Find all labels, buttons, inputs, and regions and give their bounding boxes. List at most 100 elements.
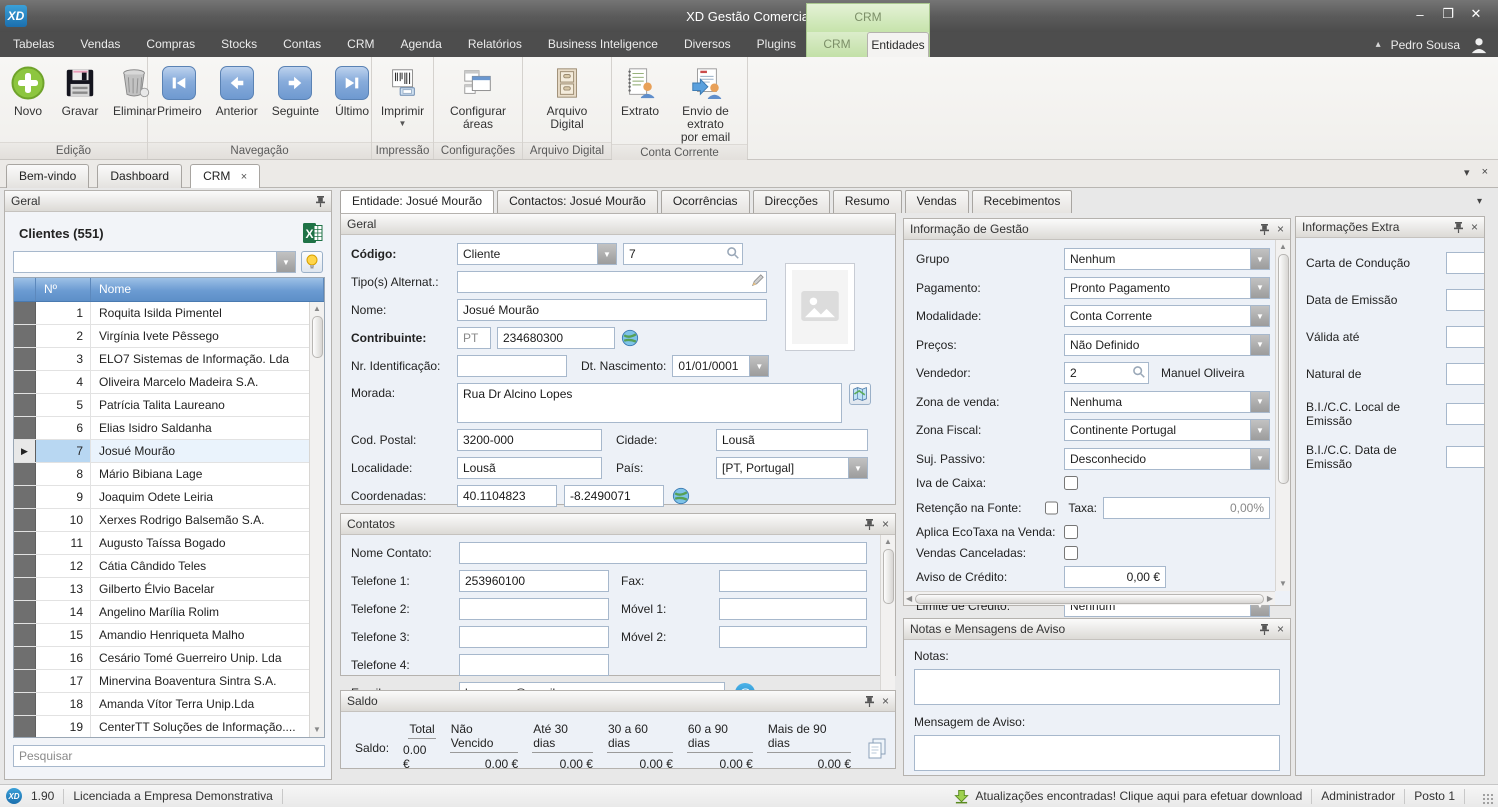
tab-crm[interactable]: CRM × — [190, 164, 260, 189]
extra-field-input[interactable] — [1446, 326, 1485, 348]
client-row[interactable]: ▶ 12 Cátia Cândido Teles — [14, 555, 309, 578]
nr-identificacao-input[interactable] — [457, 355, 567, 377]
client-row[interactable]: ▶ 5 Patrícia Talita Laureano — [14, 394, 309, 417]
close-button[interactable]: ✕ — [1462, 0, 1490, 28]
pin-icon[interactable] — [865, 696, 874, 707]
scroll-thumb[interactable] — [1278, 254, 1289, 484]
telefone4-input[interactable] — [459, 654, 609, 676]
tab-entidade[interactable]: Entidade: Josué Mourão — [340, 190, 494, 213]
zona-venda-dropdown[interactable]: Nenhuma▼ — [1064, 391, 1270, 413]
tab-direccoes[interactable]: Direcções — [753, 190, 830, 213]
novo-button[interactable]: Novo — [3, 61, 53, 118]
seguinte-button[interactable]: Seguinte — [266, 61, 325, 118]
search-input[interactable] — [13, 745, 325, 767]
column-header-numero[interactable]: Nº — [36, 278, 91, 301]
scroll-up-icon[interactable]: ▲ — [884, 535, 892, 549]
scroll-thumb[interactable] — [883, 549, 894, 604]
iva-caixa-checkbox[interactable] — [1064, 476, 1078, 490]
management-hscrollbar[interactable]: ◀▶ — [904, 591, 1275, 605]
latitude-input[interactable] — [457, 485, 557, 507]
menu-item[interactable]: Plugins — [744, 32, 809, 57]
entity-photo-placeholder[interactable] — [785, 263, 855, 351]
telefone3-input[interactable] — [459, 626, 609, 648]
logged-user[interactable]: Pedro Sousa — [1391, 38, 1460, 52]
extra-field-input[interactable] — [1446, 363, 1485, 385]
extra-field-input[interactable] — [1446, 289, 1485, 311]
coordinates-globe-icon[interactable] — [672, 487, 690, 505]
scroll-down-icon[interactable]: ▼ — [313, 723, 321, 737]
client-row[interactable]: ▶ 18 Amanda Vítor Terra Unip.Lda — [14, 693, 309, 716]
tab-list-dropdown-icon[interactable]: ▾ — [1464, 166, 1470, 179]
anterior-button[interactable]: Anterior — [210, 61, 264, 118]
contribuinte-input[interactable] — [497, 327, 615, 349]
search-icon[interactable] — [1132, 365, 1146, 379]
management-scrollbar[interactable]: ▲ ▼ — [1275, 240, 1290, 591]
imprimir-button[interactable]: Imprimir ▼ — [375, 61, 430, 128]
cod-postal-input[interactable] — [457, 429, 602, 451]
scroll-right-icon[interactable]: ▶ — [1267, 594, 1273, 603]
user-icon[interactable] — [1470, 36, 1488, 54]
chevron-down-icon[interactable]: ▼ — [1250, 420, 1269, 440]
nome-input[interactable] — [457, 299, 767, 321]
chevron-down-icon[interactable]: ▼ — [1250, 335, 1269, 355]
pin-icon[interactable] — [316, 196, 325, 207]
extra-field-input[interactable] — [1446, 403, 1485, 425]
scroll-up-icon[interactable]: ▲ — [313, 302, 321, 316]
close-panel-icon[interactable]: × — [1471, 221, 1478, 233]
ultimo-button[interactable]: Último — [327, 61, 377, 118]
retencao-fonte-checkbox[interactable] — [1045, 501, 1058, 515]
scroll-left-icon[interactable]: ◀ — [906, 594, 912, 603]
minimize-button[interactable]: – — [1406, 0, 1434, 28]
tipos-alternat-input[interactable] — [457, 271, 767, 293]
maximize-button[interactable]: ❐ — [1434, 0, 1462, 28]
tab-bem-vindo[interactable]: Bem-vindo — [6, 164, 89, 188]
cidade-input[interactable] — [716, 429, 868, 451]
client-row[interactable]: ▶ 16 Cesário Tomé Guerreiro Unip. Lda — [14, 647, 309, 670]
tab-contactos[interactable]: Contactos: Josué Mourão — [497, 190, 658, 213]
grupo-dropdown[interactable]: Nenhum▼ — [1064, 248, 1270, 270]
tab-close-icon[interactable]: × — [241, 171, 247, 183]
pagamento-dropdown[interactable]: Pronto Pagamento▼ — [1064, 277, 1270, 299]
taxa-input[interactable] — [1103, 497, 1270, 519]
menu-item[interactable]: Vendas — [67, 32, 133, 57]
pin-icon[interactable] — [865, 519, 874, 530]
localidade-input[interactable] — [457, 457, 602, 479]
client-row[interactable]: ▶ 17 Minervina Boaventura Sintra S.A. — [14, 670, 309, 693]
tab-ocorrencias[interactable]: Ocorrências — [661, 190, 750, 213]
nome-contato-input[interactable] — [459, 542, 867, 564]
chevron-down-icon[interactable]: ▼ — [597, 244, 616, 264]
scroll-thumb[interactable] — [312, 316, 323, 358]
ribbon-tab-crm[interactable]: CRM — [807, 32, 867, 57]
scroll-thumb[interactable] — [915, 594, 1264, 604]
client-row[interactable]: ▶ 13 Gilberto Élvio Bacelar — [14, 578, 309, 601]
telefone2-input[interactable] — [459, 598, 609, 620]
tab-dashboard[interactable]: Dashboard — [97, 164, 182, 188]
close-panel-icon[interactable]: × — [882, 695, 889, 707]
telefone1-input[interactable] — [459, 570, 609, 592]
client-row[interactable]: ▶ 15 Amandio Henriqueta Malho — [14, 624, 309, 647]
tips-lightbulb-icon[interactable] — [301, 251, 323, 273]
extra-field-input[interactable] — [1446, 252, 1485, 274]
client-row[interactable]: ▶ 6 Elias Isidro Saldanha — [14, 417, 309, 440]
client-row[interactable]: ▶ 10 Xerxes Rodrigo Balsemão S.A. — [14, 509, 309, 532]
notas-textarea[interactable] — [914, 669, 1280, 705]
vendas-canceladas-checkbox[interactable] — [1064, 546, 1078, 560]
extrato-button[interactable]: Extrato — [615, 61, 665, 118]
client-row[interactable]: ▶ 2 Virgínia Ivete Pêssego — [14, 325, 309, 348]
mensagem-aviso-textarea[interactable] — [914, 735, 1280, 771]
tab-area-close-icon[interactable]: × — [1482, 166, 1488, 179]
chevron-down-icon[interactable]: ▼ — [1250, 306, 1269, 326]
chevron-down-icon[interactable]: ▼ — [848, 458, 867, 478]
menu-item[interactable]: Agenda — [387, 32, 454, 57]
update-message[interactable]: Atualizações encontradas! Clique aqui pa… — [975, 789, 1302, 803]
menu-item[interactable]: Contas — [270, 32, 334, 57]
pencil-icon[interactable] — [751, 274, 764, 287]
ribbon-tab-entidades[interactable]: Entidades — [867, 32, 929, 57]
contacts-scrollbar[interactable]: ▲ ▼ — [880, 535, 895, 710]
map-icon[interactable] — [849, 383, 871, 405]
close-panel-icon[interactable]: × — [882, 518, 889, 530]
column-header-nome[interactable]: Nome — [91, 278, 324, 301]
client-row[interactable]: ▶ 19 CenterTT Soluções de Informação.... — [14, 716, 309, 737]
client-row[interactable]: ▶ 14 Angelino Marília Rolim — [14, 601, 309, 624]
client-row[interactable]: ▶ 7 Josué Mourão — [14, 440, 309, 463]
